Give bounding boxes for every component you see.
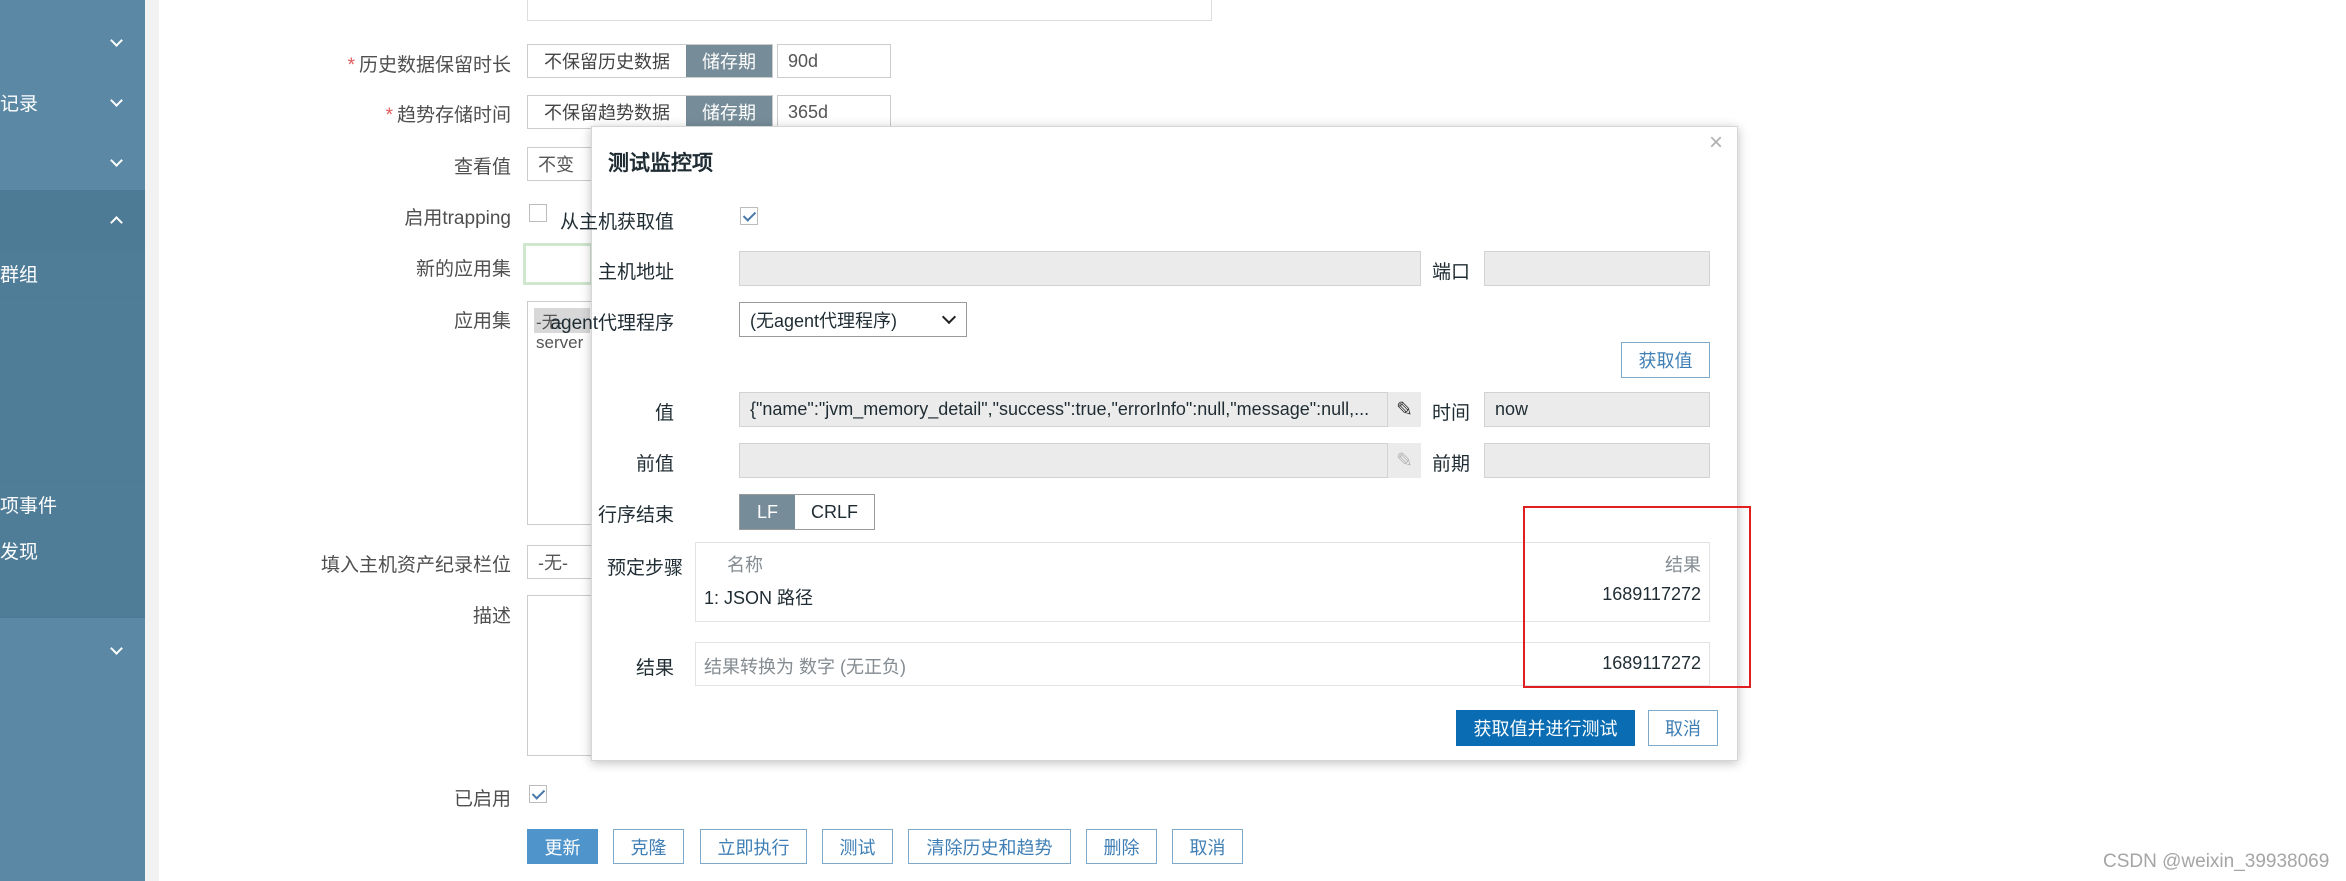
value-input[interactable]: {"name":"jvm_memory_detail","success":tr…: [739, 392, 1421, 427]
sidebar-item-active[interactable]: [0, 190, 145, 250]
chevron-down-icon: [110, 34, 123, 47]
clear-history-button[interactable]: 清除历史和趋势: [908, 829, 1071, 864]
host-address-label: 主机地址: [597, 262, 674, 283]
sidebar-item-label: 群组: [0, 265, 39, 286]
inventory-select[interactable]: -无-: [527, 545, 597, 579]
proxy-select[interactable]: (无agent代理程序): [739, 302, 967, 337]
result-label: 结果: [635, 658, 674, 679]
content-gutter: [145, 0, 159, 881]
time-input[interactable]: now: [1484, 392, 1710, 427]
inventory-label: 填入主机资产纪录栏位: [320, 555, 511, 576]
trends-period-input[interactable]: 365d: [777, 95, 891, 129]
description-label: 描述: [472, 606, 511, 627]
history-label: * 历史数据保留时长: [347, 55, 511, 76]
history-option-on[interactable]: 储存期: [686, 45, 772, 77]
history-option-off[interactable]: 不保留历史数据: [528, 45, 686, 77]
execute-now-button[interactable]: 立即执行: [700, 829, 807, 864]
prev-value-input[interactable]: [739, 443, 1421, 478]
trends-option-on[interactable]: 储存期: [686, 96, 772, 128]
chevron-up-icon: [110, 216, 123, 229]
enabled-checkbox[interactable]: [529, 785, 547, 803]
table-row-step-name: 1: JSON 路径: [704, 588, 814, 608]
delete-button[interactable]: 删除: [1086, 829, 1157, 864]
prev-value-label: 前值: [635, 454, 674, 475]
chevron-down-icon: [110, 154, 123, 167]
trends-option-off[interactable]: 不保留趋势数据: [528, 96, 686, 128]
show-value-label: 查看值: [453, 157, 511, 178]
port-input[interactable]: [1484, 251, 1710, 286]
sidebar-item-1[interactable]: [0, 28, 145, 58]
new-application-input[interactable]: [523, 243, 593, 285]
enabled-label: 已启用: [453, 789, 511, 810]
test-button[interactable]: 测试: [822, 829, 893, 864]
watermark: CSDN @weixin_39938069: [2103, 851, 2330, 872]
sidebar-item-8[interactable]: [0, 640, 145, 670]
get-value-and-test-button[interactable]: 获取值并进行测试: [1456, 710, 1635, 746]
sidebar-item-label: 记录: [0, 94, 39, 115]
sidebar: 记录 群组 项事件 发现: [0, 0, 145, 881]
get-from-host-label: 从主机获取值: [559, 212, 674, 233]
eol-label: 行序结束: [597, 505, 674, 526]
sidebar-item-label: 项事件: [0, 496, 58, 517]
dialog-cancel-button[interactable]: 取消: [1648, 710, 1718, 746]
chevron-down-icon: [110, 94, 123, 107]
preprocessing-label: 预定步骤: [607, 558, 684, 579]
applications-option[interactable]: server: [534, 333, 590, 353]
table-header-name: 名称: [727, 555, 763, 575]
top-field-remnant: [527, 0, 1212, 21]
description-textarea[interactable]: [527, 595, 597, 756]
trapping-label: 启用trapping: [404, 208, 511, 229]
history-toggle[interactable]: 不保留历史数据 储存期: [527, 44, 773, 78]
applications-label: 应用集: [453, 311, 511, 332]
trends-label: * 趋势存储时间: [385, 105, 511, 126]
update-button[interactable]: 更新: [527, 829, 598, 864]
proxy-label: agent代理程序: [550, 313, 674, 334]
show-value-select[interactable]: 不变: [527, 147, 597, 181]
value-text: {"name":"jvm_memory_detail","success":tr…: [750, 399, 1370, 419]
time-label: 时间: [1432, 403, 1471, 424]
sidebar-item-discovery[interactable]: 发现: [0, 537, 145, 565]
prev-time-input[interactable]: [1484, 443, 1710, 478]
proxy-selected-value: (无agent代理程序): [750, 310, 898, 331]
sidebar-item-events[interactable]: 项事件: [0, 491, 145, 519]
cancel-button[interactable]: 取消: [1172, 829, 1243, 864]
eol-option-crlf[interactable]: CRLF: [795, 495, 874, 529]
pencil-icon: ✎: [1387, 443, 1421, 478]
dialog-title: 测试监控项: [608, 152, 713, 175]
trends-toggle[interactable]: 不保留趋势数据 储存期: [527, 95, 773, 129]
result-highlight-box: [1523, 506, 1751, 688]
new-application-label: 新的应用集: [415, 259, 511, 280]
sidebar-item-3[interactable]: [0, 148, 145, 178]
sidebar-item-records[interactable]: 记录: [0, 88, 145, 118]
value-label: 值: [654, 403, 674, 424]
result-description: 结果转换为 数字 (无正负): [704, 657, 906, 677]
eol-option-lf[interactable]: LF: [740, 495, 796, 529]
close-icon[interactable]: ×: [1709, 129, 1723, 157]
port-label: 端口: [1432, 262, 1471, 283]
clone-button[interactable]: 克隆: [613, 829, 684, 864]
history-period-input[interactable]: 90d: [777, 44, 891, 78]
prev-time-label: 前期: [1432, 454, 1471, 475]
sidebar-item-label: 发现: [0, 542, 39, 563]
sidebar-item-groups[interactable]: 群组: [0, 260, 145, 288]
trapping-checkbox[interactable]: [529, 204, 547, 222]
host-address-input[interactable]: [739, 251, 1421, 286]
chevron-down-icon: [110, 642, 123, 655]
pencil-icon[interactable]: ✎: [1387, 392, 1421, 427]
get-value-button[interactable]: 获取值: [1621, 342, 1710, 378]
chevron-down-icon: [941, 309, 957, 325]
get-from-host-checkbox[interactable]: [740, 207, 758, 225]
eol-toggle[interactable]: LF CRLF: [739, 494, 876, 530]
